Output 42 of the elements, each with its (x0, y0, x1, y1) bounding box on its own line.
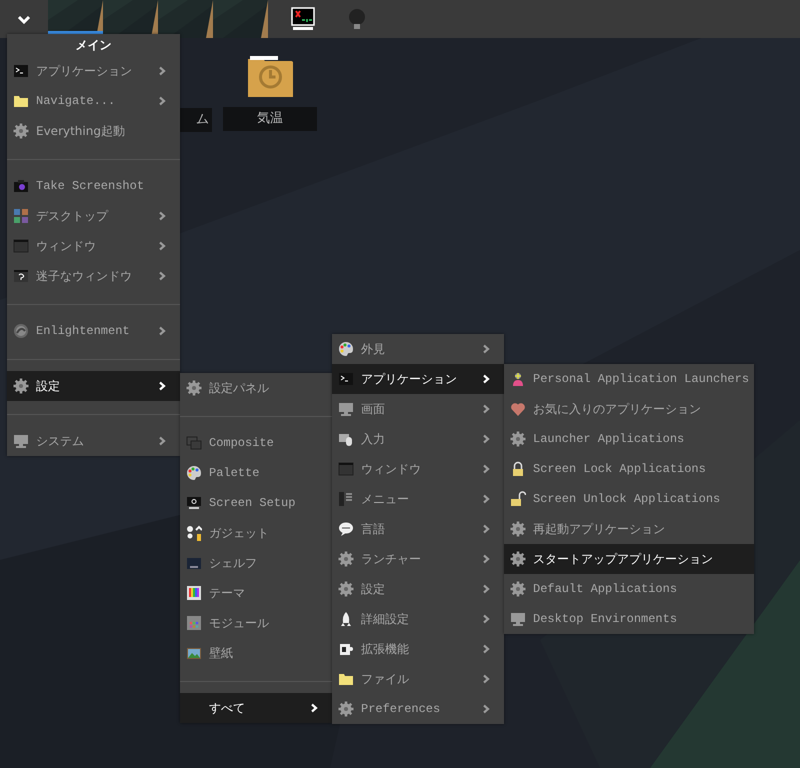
menu-item[interactable]: ウィンドウ (7, 231, 180, 261)
menu-item[interactable]: Preferences (332, 694, 504, 724)
menu-item[interactable]: 詳細設定 (332, 604, 504, 634)
menu-item[interactable]: メニュー (332, 484, 504, 514)
menu-item[interactable]: 外見 (332, 334, 504, 364)
menu-item[interactable]: Default Applications (504, 574, 754, 604)
menu-item[interactable]: 言語 (332, 514, 504, 544)
menu-item[interactable]: Screen Setup (180, 488, 332, 518)
menu-item[interactable]: 設定 (7, 371, 180, 401)
menu-item[interactable]: Personal Application Launchers (504, 364, 754, 394)
menu-item[interactable]: Screen Unlock Applications (504, 484, 754, 514)
menu-item[interactable]: デスクトップ (7, 201, 180, 231)
menu-item[interactable]: Take Screenshot (7, 171, 180, 201)
menu-item[interactable]: Palette (180, 458, 332, 488)
menu-item[interactable]: モジュール (180, 608, 332, 638)
menu-item[interactable]: Screen Lock Applications (504, 454, 754, 484)
menu-item[interactable]: Desktop Environments (504, 604, 754, 634)
menu-item[interactable]: 画面 (332, 394, 504, 424)
menu-item[interactable]: Launcher Applications (504, 424, 754, 454)
menu-item[interactable]: ガジェット (180, 518, 332, 548)
menu-item[interactable]: 設定 (332, 574, 504, 604)
menu-item[interactable]: すべて (180, 693, 332, 723)
menu-item[interactable]: Enlightenment (7, 316, 180, 346)
menu-item[interactable]: テーマ (180, 578, 332, 608)
menu-item[interactable]: 迷子なウィンドウ (7, 261, 180, 291)
menu-item[interactable]: 拡張機能 (332, 634, 504, 664)
menu-item[interactable]: システム (7, 426, 180, 456)
menu-item[interactable]: ランチャー (332, 544, 504, 574)
menu-item[interactable]: 再起動アプリケーション (504, 514, 754, 544)
menu-item[interactable]: 設定パネル (180, 373, 332, 403)
menu-item[interactable]: アプリケーション (332, 364, 504, 394)
menu-item[interactable]: シェルフ (180, 548, 332, 578)
desktop-icon-label[interactable]: 気温 (223, 107, 317, 131)
menu-item[interactable]: 壁紙 (180, 638, 332, 668)
menu-item[interactable]: ウィンドウ (332, 454, 504, 484)
menu-item[interactable]: 入力 (332, 424, 504, 454)
menu-item[interactable]: ファイル (332, 664, 504, 694)
menu-item[interactable]: スタートアップアプリケーション (504, 544, 754, 574)
menu-title: メイン (74, 37, 112, 54)
menu-item[interactable]: お気に入りのアプリケーション (504, 394, 754, 424)
menu-item[interactable]: アプリケーション (7, 56, 180, 86)
menu-item[interactable]: Composite (180, 428, 332, 458)
